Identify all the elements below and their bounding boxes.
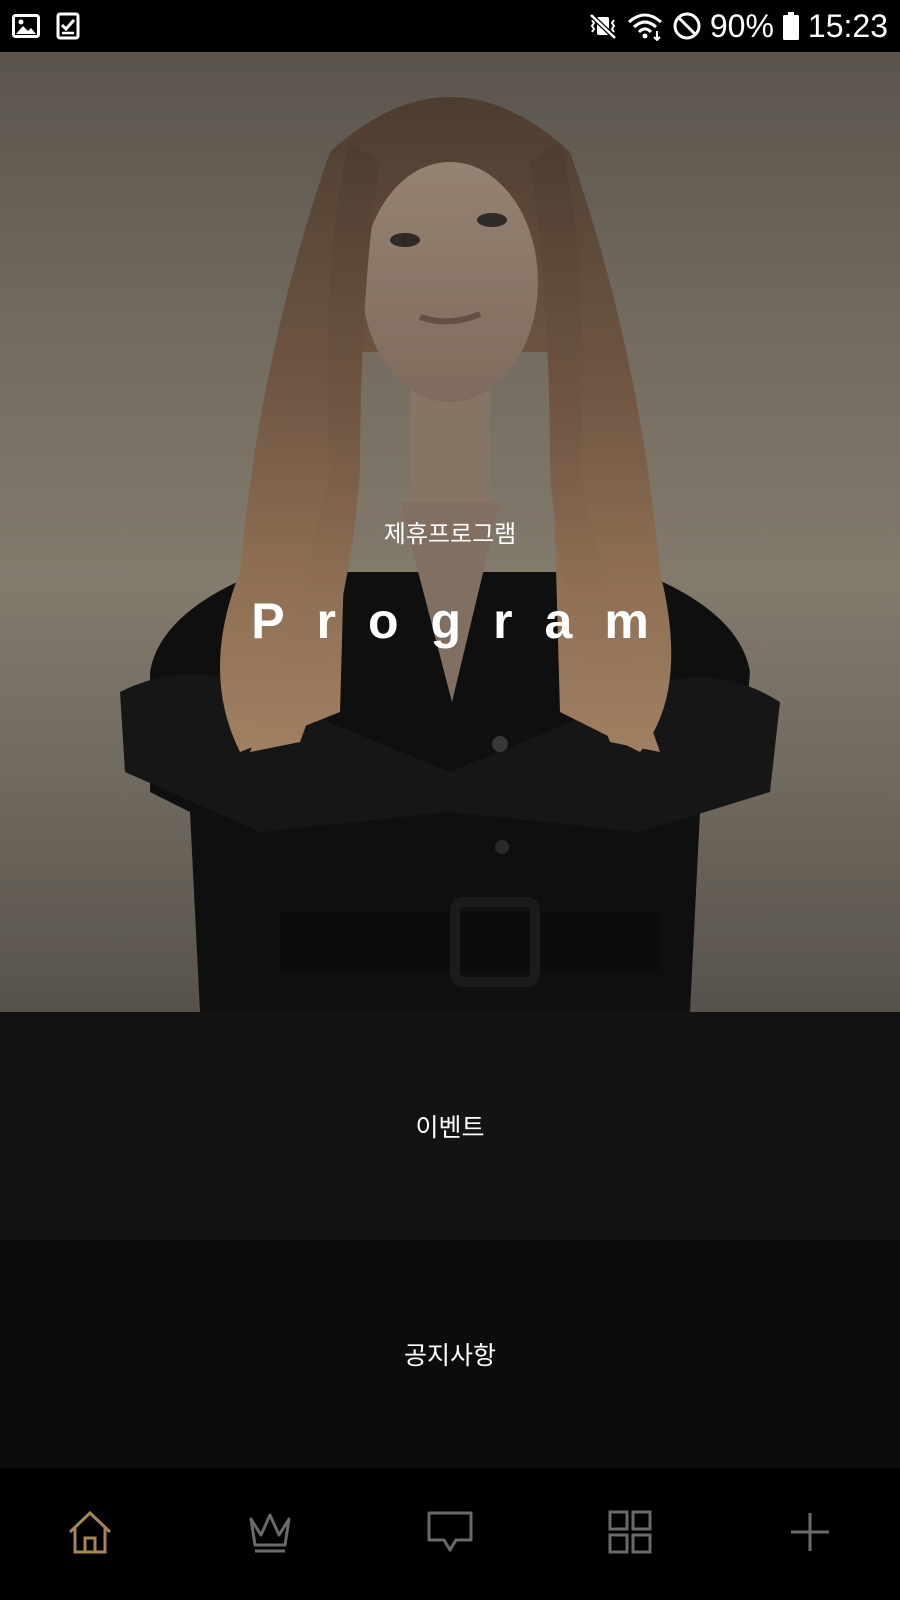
menu-item-label: 공지사항 <box>403 1341 496 1370</box>
hero-title: Program <box>251 593 681 649</box>
nav-home-button[interactable] <box>45 1489 135 1579</box>
vibrate-mute-icon <box>588 11 618 41</box>
clock: 15:23 <box>807 8 888 44</box>
battery-percent: 90% <box>709 8 774 44</box>
hero-banner[interactable]: 제휴프로그램 Program <box>0 52 900 1012</box>
hero-subtitle: 제휴프로그램 <box>383 520 517 548</box>
nav-chat-button[interactable] <box>405 1489 495 1579</box>
image-icon <box>12 12 40 40</box>
nav-plus-button[interactable] <box>765 1489 855 1579</box>
menu-item-event[interactable]: 이벤트 <box>0 1012 900 1240</box>
battery-icon <box>782 11 800 41</box>
wifi-icon <box>626 11 664 41</box>
status-bar-left <box>12 12 80 40</box>
status-bar: 90% 15:23 <box>0 0 900 52</box>
menu-item-notice[interactable]: 공지사항 <box>0 1240 900 1468</box>
checklist-icon <box>56 12 80 40</box>
plus-icon <box>789 1511 831 1557</box>
menu-item-label: 이벤트 <box>415 1113 485 1142</box>
chat-icon <box>426 1510 474 1558</box>
home-icon <box>67 1510 113 1558</box>
crown-icon <box>247 1511 293 1557</box>
nav-grid-button[interactable] <box>585 1489 675 1579</box>
nav-crown-button[interactable] <box>225 1489 315 1579</box>
bottom-nav <box>0 1468 900 1600</box>
grid-icon <box>608 1510 652 1558</box>
block-icon <box>672 11 702 41</box>
status-bar-right: 90% 15:23 <box>588 6 888 46</box>
